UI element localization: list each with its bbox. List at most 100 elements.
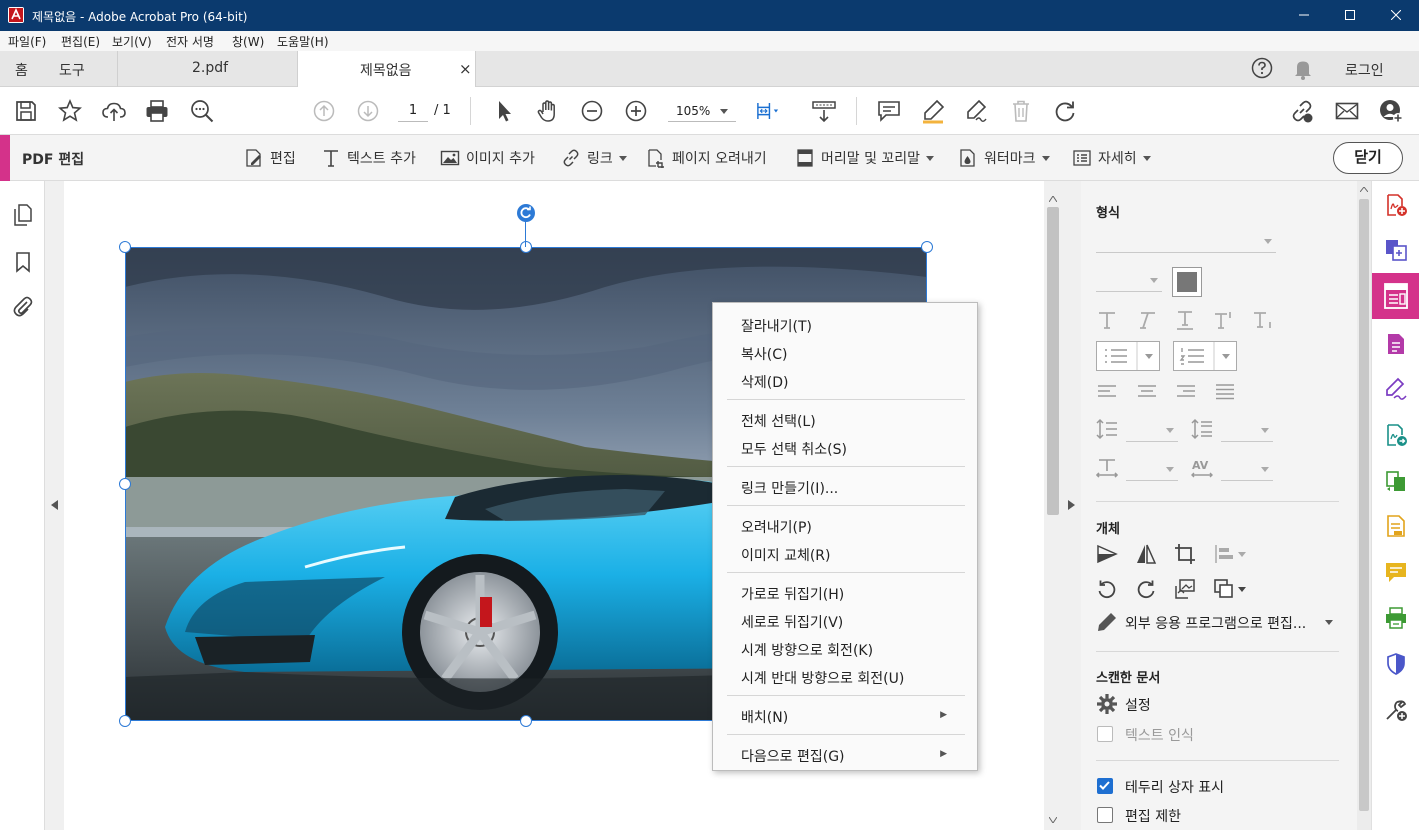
add-image-button[interactable]: 이미지 추가 <box>440 148 535 168</box>
rotate-handle-icon[interactable] <box>517 204 535 222</box>
text-scale-select[interactable] <box>1126 459 1178 481</box>
document-vertical-scrollbar[interactable] <box>1044 181 1062 830</box>
menu-item-rotate-ccw[interactable]: 시계 반대 방향으로 회전(U) <box>741 668 904 688</box>
bullet-list-dropdown[interactable] <box>1096 341 1160 371</box>
help-icon[interactable] <box>1251 57 1273 79</box>
tab-tools[interactable]: 도구 <box>46 51 118 87</box>
scroll-up-arrow-icon[interactable] <box>1049 196 1057 202</box>
protect-shield-icon[interactable] <box>1384 652 1408 676</box>
menu-edit[interactable]: 편집(E) <box>61 33 100 50</box>
resize-handle-bottom-left[interactable] <box>119 715 131 727</box>
menu-item-crop[interactable]: 오려내기(P) <box>741 517 812 537</box>
add-text-button[interactable]: 텍스트 추가 <box>321 148 416 168</box>
text-superscript-icon[interactable] <box>1213 309 1235 331</box>
create-pdf-icon[interactable] <box>1384 193 1408 217</box>
left-panel-toggle[interactable] <box>45 181 64 830</box>
paragraph-spacing-select[interactable] <box>1221 420 1273 442</box>
export-pdf-icon[interactable] <box>1384 332 1408 356</box>
line-spacing-icon[interactable] <box>1096 418 1118 440</box>
attachment-paperclip-icon[interactable] <box>11 295 35 319</box>
settings-label[interactable]: 설정 <box>1125 695 1151 715</box>
show-bounding-box-checkbox[interactable] <box>1097 778 1113 794</box>
edit-external-app-label[interactable]: 외부 응용 프로그램으로 편집... <box>1125 613 1306 633</box>
organize-pages-icon[interactable] <box>1384 469 1408 493</box>
align-right-icon[interactable] <box>1175 381 1197 403</box>
redo-rotate-icon[interactable] <box>1052 98 1078 124</box>
window-close-button[interactable] <box>1373 0 1419 31</box>
menu-item-flip-vertical[interactable]: 세로로 뒤집기(V) <box>741 612 843 632</box>
settings-gear-icon[interactable] <box>1096 693 1118 715</box>
print-production-icon[interactable] <box>1384 606 1408 630</box>
annotation-icon[interactable] <box>1384 560 1408 584</box>
font-size-select[interactable] <box>1096 270 1162 292</box>
more-tools-wrench-icon[interactable] <box>1384 698 1408 722</box>
menu-item-copy[interactable]: 복사(C) <box>741 344 787 364</box>
resize-handle-bottom[interactable] <box>520 715 532 727</box>
send-for-signature-icon[interactable] <box>1384 423 1408 447</box>
comment-tool-icon[interactable] <box>1384 514 1408 538</box>
menu-item-deselect-all[interactable]: 모두 선택 취소(S) <box>741 439 847 459</box>
menu-help[interactable]: 도움말(H) <box>277 33 329 50</box>
text-italic-icon[interactable] <box>1135 309 1157 331</box>
zoom-out-icon[interactable] <box>579 98 605 124</box>
bookmark-icon[interactable] <box>11 250 35 274</box>
more-button[interactable]: 자세히 <box>1072 148 1151 168</box>
share-link-icon[interactable] <box>1289 98 1315 124</box>
right-panel-toggle[interactable] <box>1062 181 1081 830</box>
notification-bell-icon[interactable] <box>1293 58 1313 80</box>
link-button[interactable]: 링크 <box>561 148 627 168</box>
resize-handle-top-right[interactable] <box>921 241 933 253</box>
resize-handle-top-left[interactable] <box>119 241 131 253</box>
menu-esign[interactable]: 전자 서명 <box>166 33 214 50</box>
replace-image-icon[interactable] <box>1174 578 1196 600</box>
resize-handle-left[interactable] <box>119 478 131 490</box>
text-plain-icon[interactable] <box>1096 309 1118 331</box>
combine-files-icon[interactable] <box>1384 238 1408 262</box>
menu-item-edit-using[interactable]: 다음으로 편집(G) <box>741 746 845 766</box>
text-subscript-icon[interactable] <box>1252 309 1274 331</box>
paragraph-spacing-icon[interactable] <box>1191 418 1213 440</box>
minimize-button[interactable] <box>1281 0 1327 31</box>
save-icon[interactable] <box>13 98 39 124</box>
add-user-icon[interactable] <box>1378 98 1404 124</box>
tab-doc-2pdf[interactable]: 2.pdf <box>118 51 298 87</box>
comment-icon[interactable] <box>876 98 902 124</box>
menu-item-replace-image[interactable]: 이미지 교체(R) <box>741 545 831 565</box>
font-family-select[interactable] <box>1096 231 1276 253</box>
crop-icon[interactable] <box>1174 543 1196 565</box>
scroll-up-arrow-icon[interactable] <box>1360 187 1368 192</box>
hand-tool-icon[interactable] <box>535 98 561 124</box>
menu-item-delete[interactable]: 삭제(D) <box>741 372 788 392</box>
restrict-editing-checkbox[interactable] <box>1097 807 1113 823</box>
character-spacing-select[interactable] <box>1221 459 1273 481</box>
align-left-icon[interactable] <box>1096 381 1118 403</box>
pages-thumbnail-icon[interactable] <box>11 203 35 227</box>
menu-window[interactable]: 창(W) <box>232 33 264 50</box>
highlight-pen-icon[interactable] <box>920 98 946 124</box>
maximize-button[interactable] <box>1327 0 1373 31</box>
tab-home[interactable]: 홈 <box>0 51 46 87</box>
zoom-in-icon[interactable] <box>623 98 649 124</box>
menu-item-create-link[interactable]: 링크 만들기(I)... <box>741 478 838 498</box>
menu-item-rotate-cw[interactable]: 시계 방향으로 회전(K) <box>741 640 873 660</box>
numbered-list-dropdown[interactable] <box>1173 341 1237 371</box>
search-zoom-icon[interactable] <box>189 98 215 124</box>
menu-item-cut[interactable]: 잘라내기(T) <box>741 316 812 336</box>
flip-horizontal-icon[interactable] <box>1096 543 1118 565</box>
menu-item-arrange[interactable]: 배치(N) <box>741 707 788 727</box>
page-down-icon[interactable] <box>355 98 381 124</box>
select-arrow-icon[interactable] <box>491 98 517 124</box>
star-icon[interactable] <box>57 98 83 124</box>
sign-pen-icon[interactable] <box>964 98 990 124</box>
line-spacing-select[interactable] <box>1126 420 1178 442</box>
text-underline-icon[interactable] <box>1174 309 1196 331</box>
zoom-select[interactable]: 105% <box>668 100 736 122</box>
scrollbar-thumb[interactable] <box>1047 207 1059 515</box>
edit-pdf-tool-icon[interactable] <box>1372 273 1419 319</box>
menu-view[interactable]: 보기(V) <box>112 33 152 50</box>
fill-sign-icon[interactable] <box>1384 377 1408 401</box>
chevron-down-icon[interactable] <box>1325 620 1333 625</box>
scroll-mode-icon[interactable] <box>811 98 837 124</box>
login-button[interactable]: 로그인 <box>1335 51 1395 87</box>
menu-item-select-all[interactable]: 전체 선택(L) <box>741 411 816 431</box>
